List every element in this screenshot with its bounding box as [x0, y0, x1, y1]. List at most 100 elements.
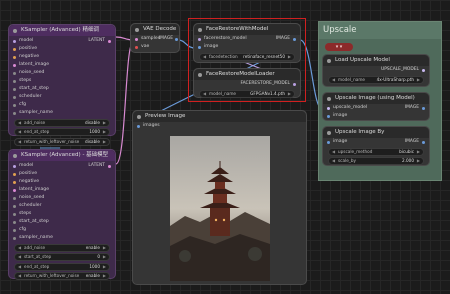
node-title-bar[interactable]: KSampler (Advanced) 精细调: [9, 25, 115, 36]
socket-row[interactable]: upscale_model IMAGE: [323, 104, 429, 112]
socket-row[interactable]: scheduler: [9, 202, 115, 210]
socket-row[interactable]: positive: [9, 170, 115, 178]
face-restore-model-loader-node[interactable]: FaceRestoreModelLoader FACERESTORE_MODEL…: [193, 68, 301, 98]
arrow-left-icon[interactable]: ◀: [18, 139, 21, 145]
upscale-method-widget[interactable]: ◀ upscale_method bicubic ▶: [328, 147, 424, 156]
socket-row[interactable]: images: [133, 122, 306, 130]
preview-image-temple[interactable]: [170, 136, 270, 281]
arrow-right-icon[interactable]: ▶: [288, 54, 291, 60]
node-title-bar[interactable]: KSampler (Advanced) - 基础模型: [9, 150, 115, 161]
node-title-bar[interactable]: Upscale Image By: [323, 127, 429, 138]
arrow-left-icon[interactable]: ◀: [203, 91, 206, 97]
model-name-widget[interactable]: ◀ model_name GFPGANv1.4.pth ▶: [199, 89, 295, 98]
socket-row[interactable]: latent_image: [9, 186, 115, 194]
socket-row[interactable]: image IMAGE: [323, 138, 429, 146]
return-leftover-noise-widget[interactable]: ◀ return_with_leftover_noise enable ▶: [14, 272, 110, 281]
arrow-left-icon[interactable]: ◀: [18, 129, 21, 135]
upscale-model-output-socket[interactable]: [422, 68, 425, 72]
socket-row[interactable]: noise_seed: [9, 194, 115, 202]
socket-row[interactable]: model LATENT: [9, 162, 115, 170]
group-badge[interactable]: ▾ ▾: [325, 43, 353, 51]
socket-row[interactable]: start_at_step: [9, 218, 115, 226]
arrow-right-icon[interactable]: ▶: [103, 264, 106, 270]
group-title[interactable]: Upscale: [319, 22, 441, 39]
arrow-right-icon[interactable]: ▶: [103, 245, 106, 251]
arrow-left-icon[interactable]: ◀: [332, 149, 335, 155]
socket-row[interactable]: cfg: [9, 101, 115, 109]
arrow-right-icon[interactable]: ▶: [103, 273, 106, 279]
scale-by-widget[interactable]: ◀ scale_by 2.000 ▶: [328, 157, 424, 166]
socket-row[interactable]: facerestore_model IMAGE: [194, 35, 300, 43]
arrow-right-icon[interactable]: ▶: [417, 77, 420, 83]
node-title-bar[interactable]: VAE Decode: [131, 24, 179, 35]
socket-row[interactable]: negative: [9, 178, 115, 186]
node-title-bar[interactable]: Upscale Image (using Model): [323, 93, 429, 104]
collapse-dot-icon[interactable]: [135, 27, 139, 32]
node-title-bar[interactable]: FaceRestoreModelLoader: [194, 69, 300, 80]
arrow-left-icon[interactable]: ◀: [18, 273, 21, 279]
socket-row[interactable]: latent_image: [9, 61, 115, 69]
collapse-dot-icon[interactable]: [13, 153, 17, 158]
upscale-image-by-node[interactable]: Upscale Image By image IMAGE ◀ upscale_met…: [322, 126, 430, 166]
socket-row[interactable]: negative: [9, 53, 115, 61]
socket-row[interactable]: noise_seed: [9, 69, 115, 77]
arrow-left-icon[interactable]: ◀: [332, 158, 335, 164]
socket-row[interactable]: steps: [9, 77, 115, 85]
node-title-bar[interactable]: Preview Image: [133, 111, 306, 122]
arrow-left-icon[interactable]: ◀: [203, 54, 206, 60]
node-title-bar[interactable]: Load Upscale Model: [323, 55, 429, 66]
arrow-right-icon[interactable]: ▶: [103, 129, 106, 135]
socket-row[interactable]: image: [323, 112, 429, 120]
collapse-dot-icon[interactable]: [137, 114, 141, 119]
socket-row[interactable]: vae: [131, 43, 179, 51]
arrow-left-icon[interactable]: ◀: [18, 120, 21, 126]
socket-row[interactable]: FACERESTORE_MODEL: [194, 80, 300, 88]
end-at-step-widget[interactable]: ◀ end_at_step 1000 ▶: [14, 128, 110, 137]
model-name-widget[interactable]: ◀ model_name 4x-UltraSharp.pth ▶: [328, 75, 424, 84]
arrow-right-icon[interactable]: ▶: [417, 149, 420, 155]
latent-output-socket[interactable]: [108, 164, 111, 168]
latent-output-socket[interactable]: [108, 39, 111, 43]
arrow-left-icon[interactable]: ◀: [18, 254, 21, 260]
arrow-right-icon[interactable]: ▶: [417, 158, 420, 164]
load-upscale-model-node[interactable]: Load Upscale Model UPSCALE_MODEL ◀ model_…: [322, 54, 430, 87]
socket-row[interactable]: cfg: [9, 226, 115, 234]
collapse-dot-icon[interactable]: [198, 72, 202, 77]
socket-row[interactable]: positive: [9, 45, 115, 53]
collapse-dot-icon[interactable]: [327, 130, 331, 135]
socket-row[interactable]: sampler_name: [9, 234, 115, 242]
arrow-right-icon[interactable]: ▶: [288, 91, 291, 97]
image-output-socket[interactable]: [175, 37, 178, 41]
upscale-image-using-model-node[interactable]: Upscale Image (using Model) upscale_mode…: [322, 92, 430, 121]
collapse-dot-icon[interactable]: [198, 27, 202, 32]
image-output-socket[interactable]: [422, 106, 425, 110]
return-leftover-noise-widget[interactable]: ◀ return_with_leftover_noise disable ▶: [14, 137, 110, 146]
collapse-dot-icon[interactable]: [327, 96, 331, 101]
ksampler-advanced-base-node[interactable]: KSampler (Advanced) - 基础模型 model LATENT p…: [8, 149, 116, 281]
socket-row[interactable]: start_at_step: [9, 85, 115, 93]
arrow-left-icon[interactable]: ◀: [18, 245, 21, 251]
socket-row[interactable]: samples IMAGE: [131, 35, 179, 43]
image-output-socket[interactable]: [293, 37, 296, 41]
face-restore-with-model-node[interactable]: FaceRestoreWithModel facerestore_model IM…: [193, 23, 301, 63]
collapse-dot-icon[interactable]: [13, 28, 17, 33]
arrow-left-icon[interactable]: ◀: [332, 77, 335, 83]
vae-decode-node[interactable]: VAE Decode samples IMAGE vae: [130, 23, 180, 53]
start-at-step-widget[interactable]: ◀ start_at_step 0 ▶: [14, 253, 110, 262]
arrow-right-icon[interactable]: ▶: [103, 120, 106, 126]
arrow-right-icon[interactable]: ▶: [103, 139, 106, 145]
socket-row[interactable]: scheduler: [9, 93, 115, 101]
socket-row[interactable]: image: [194, 43, 300, 51]
facerestore-model-output-socket[interactable]: [293, 82, 296, 86]
node-title-bar[interactable]: FaceRestoreWithModel: [194, 24, 300, 35]
socket-row[interactable]: steps: [9, 210, 115, 218]
collapse-dot-icon[interactable]: [327, 58, 331, 63]
socket-row[interactable]: UPSCALE_MODEL: [323, 66, 429, 74]
add-noise-widget[interactable]: ◀ add_noise disable ▶: [14, 118, 110, 127]
facedetection-widget[interactable]: ◀ facedetection retinaface_resnet50 ▶: [199, 52, 295, 61]
arrow-left-icon[interactable]: ◀: [18, 264, 21, 270]
add-noise-widget[interactable]: ◀ add_noise enable ▶: [14, 243, 110, 252]
ksampler-advanced-refiner-node[interactable]: KSampler (Advanced) 精细调 model LATENT posi…: [8, 24, 116, 146]
end-at-step-widget[interactable]: ◀ end_at_step 1000 ▶: [14, 262, 110, 271]
arrow-right-icon[interactable]: ▶: [103, 254, 106, 260]
